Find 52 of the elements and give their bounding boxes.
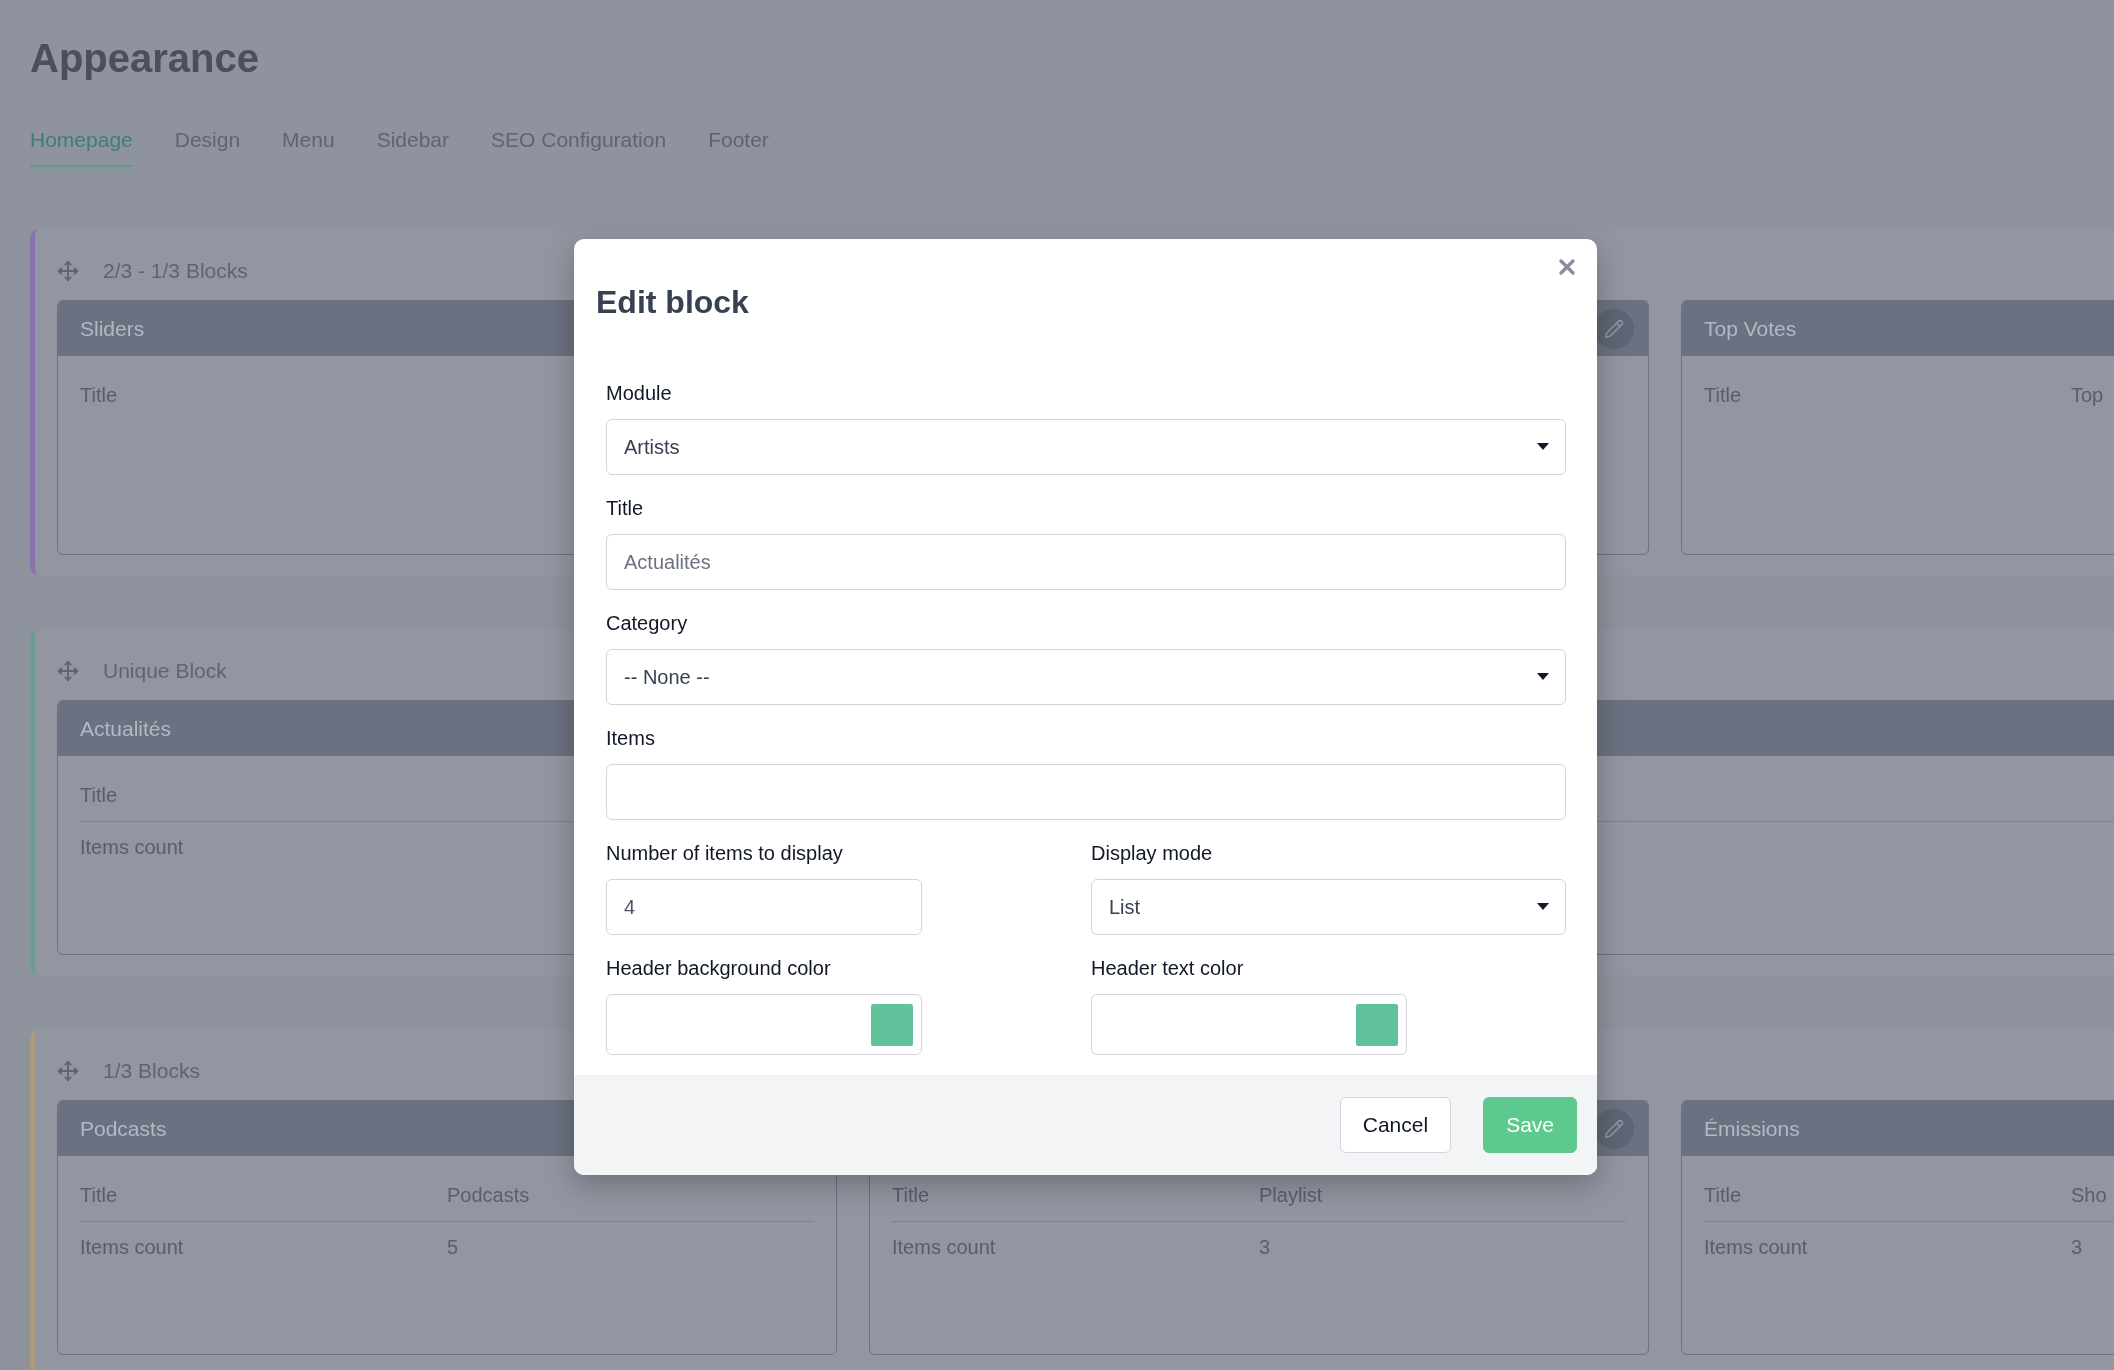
row-value: 3 <box>2071 1236 2083 1259</box>
input-field[interactable]: 4 <box>606 879 922 935</box>
input-field[interactable] <box>606 764 1566 820</box>
edit-button[interactable] <box>1594 308 1634 349</box>
row-label: Title <box>80 784 118 807</box>
tab[interactable]: Homepage <box>30 127 133 167</box>
card-title: Top Votes <box>1704 316 1797 341</box>
row-label: Title <box>1704 384 1742 407</box>
row-value: 3 <box>1259 1236 1271 1259</box>
move-icon[interactable] <box>57 1060 79 1082</box>
row-value: Top <box>2071 384 2104 407</box>
card-title: Actualités <box>80 716 172 741</box>
color-field[interactable] <box>1091 994 1407 1055</box>
move-icon[interactable] <box>57 260 79 282</box>
row-label: Items count <box>892 1236 996 1259</box>
field-label: Display mode <box>1091 841 1213 865</box>
field-label: Header background color <box>606 956 831 980</box>
caret-icon <box>1537 903 1549 911</box>
move-icon[interactable] <box>57 660 79 682</box>
field-label: Module <box>606 381 672 405</box>
edit-button[interactable] <box>1594 1108 1634 1149</box>
row-label: Title <box>892 1184 930 1207</box>
row-value: Podcasts <box>447 1184 530 1207</box>
row-label: Title <box>80 1184 118 1207</box>
pencil-icon <box>1604 1118 1624 1139</box>
page-title: Appearance <box>30 35 259 82</box>
row-value: Sho <box>2071 1184 2107 1207</box>
color-field[interactable] <box>606 994 922 1055</box>
row-label: Items count <box>1704 1236 1808 1259</box>
select-field[interactable]: -- None -- <box>606 649 1566 705</box>
field-label: Number of items to display <box>606 841 843 865</box>
row-label: Title <box>80 384 118 407</box>
card-title: Sliders <box>80 316 145 341</box>
field-label: Title <box>606 496 644 520</box>
cancel-button[interactable]: Cancel <box>1339 1097 1452 1153</box>
card-title: Podcasts <box>80 1116 167 1141</box>
field-label: Category <box>606 611 688 635</box>
caret-icon <box>1537 443 1549 451</box>
dialog-title: Edit block <box>596 283 749 321</box>
row-value: 5 <box>447 1236 459 1259</box>
save-button[interactable]: Save <box>1483 1097 1577 1153</box>
field-label: Header text color <box>1091 956 1244 980</box>
select-field[interactable]: Artists <box>606 419 1566 475</box>
caret-icon <box>1537 673 1549 681</box>
row-label: Items count <box>80 836 184 859</box>
card-title: Émissions <box>1704 1116 1800 1141</box>
row-label: Title <box>1704 1184 1742 1207</box>
pencil-icon <box>1604 318 1624 339</box>
row-label: Items count <box>80 1236 184 1259</box>
field-label: Items <box>606 726 655 750</box>
input-field[interactable]: Actualités <box>606 534 1566 590</box>
select-field[interactable]: List <box>1091 879 1566 935</box>
